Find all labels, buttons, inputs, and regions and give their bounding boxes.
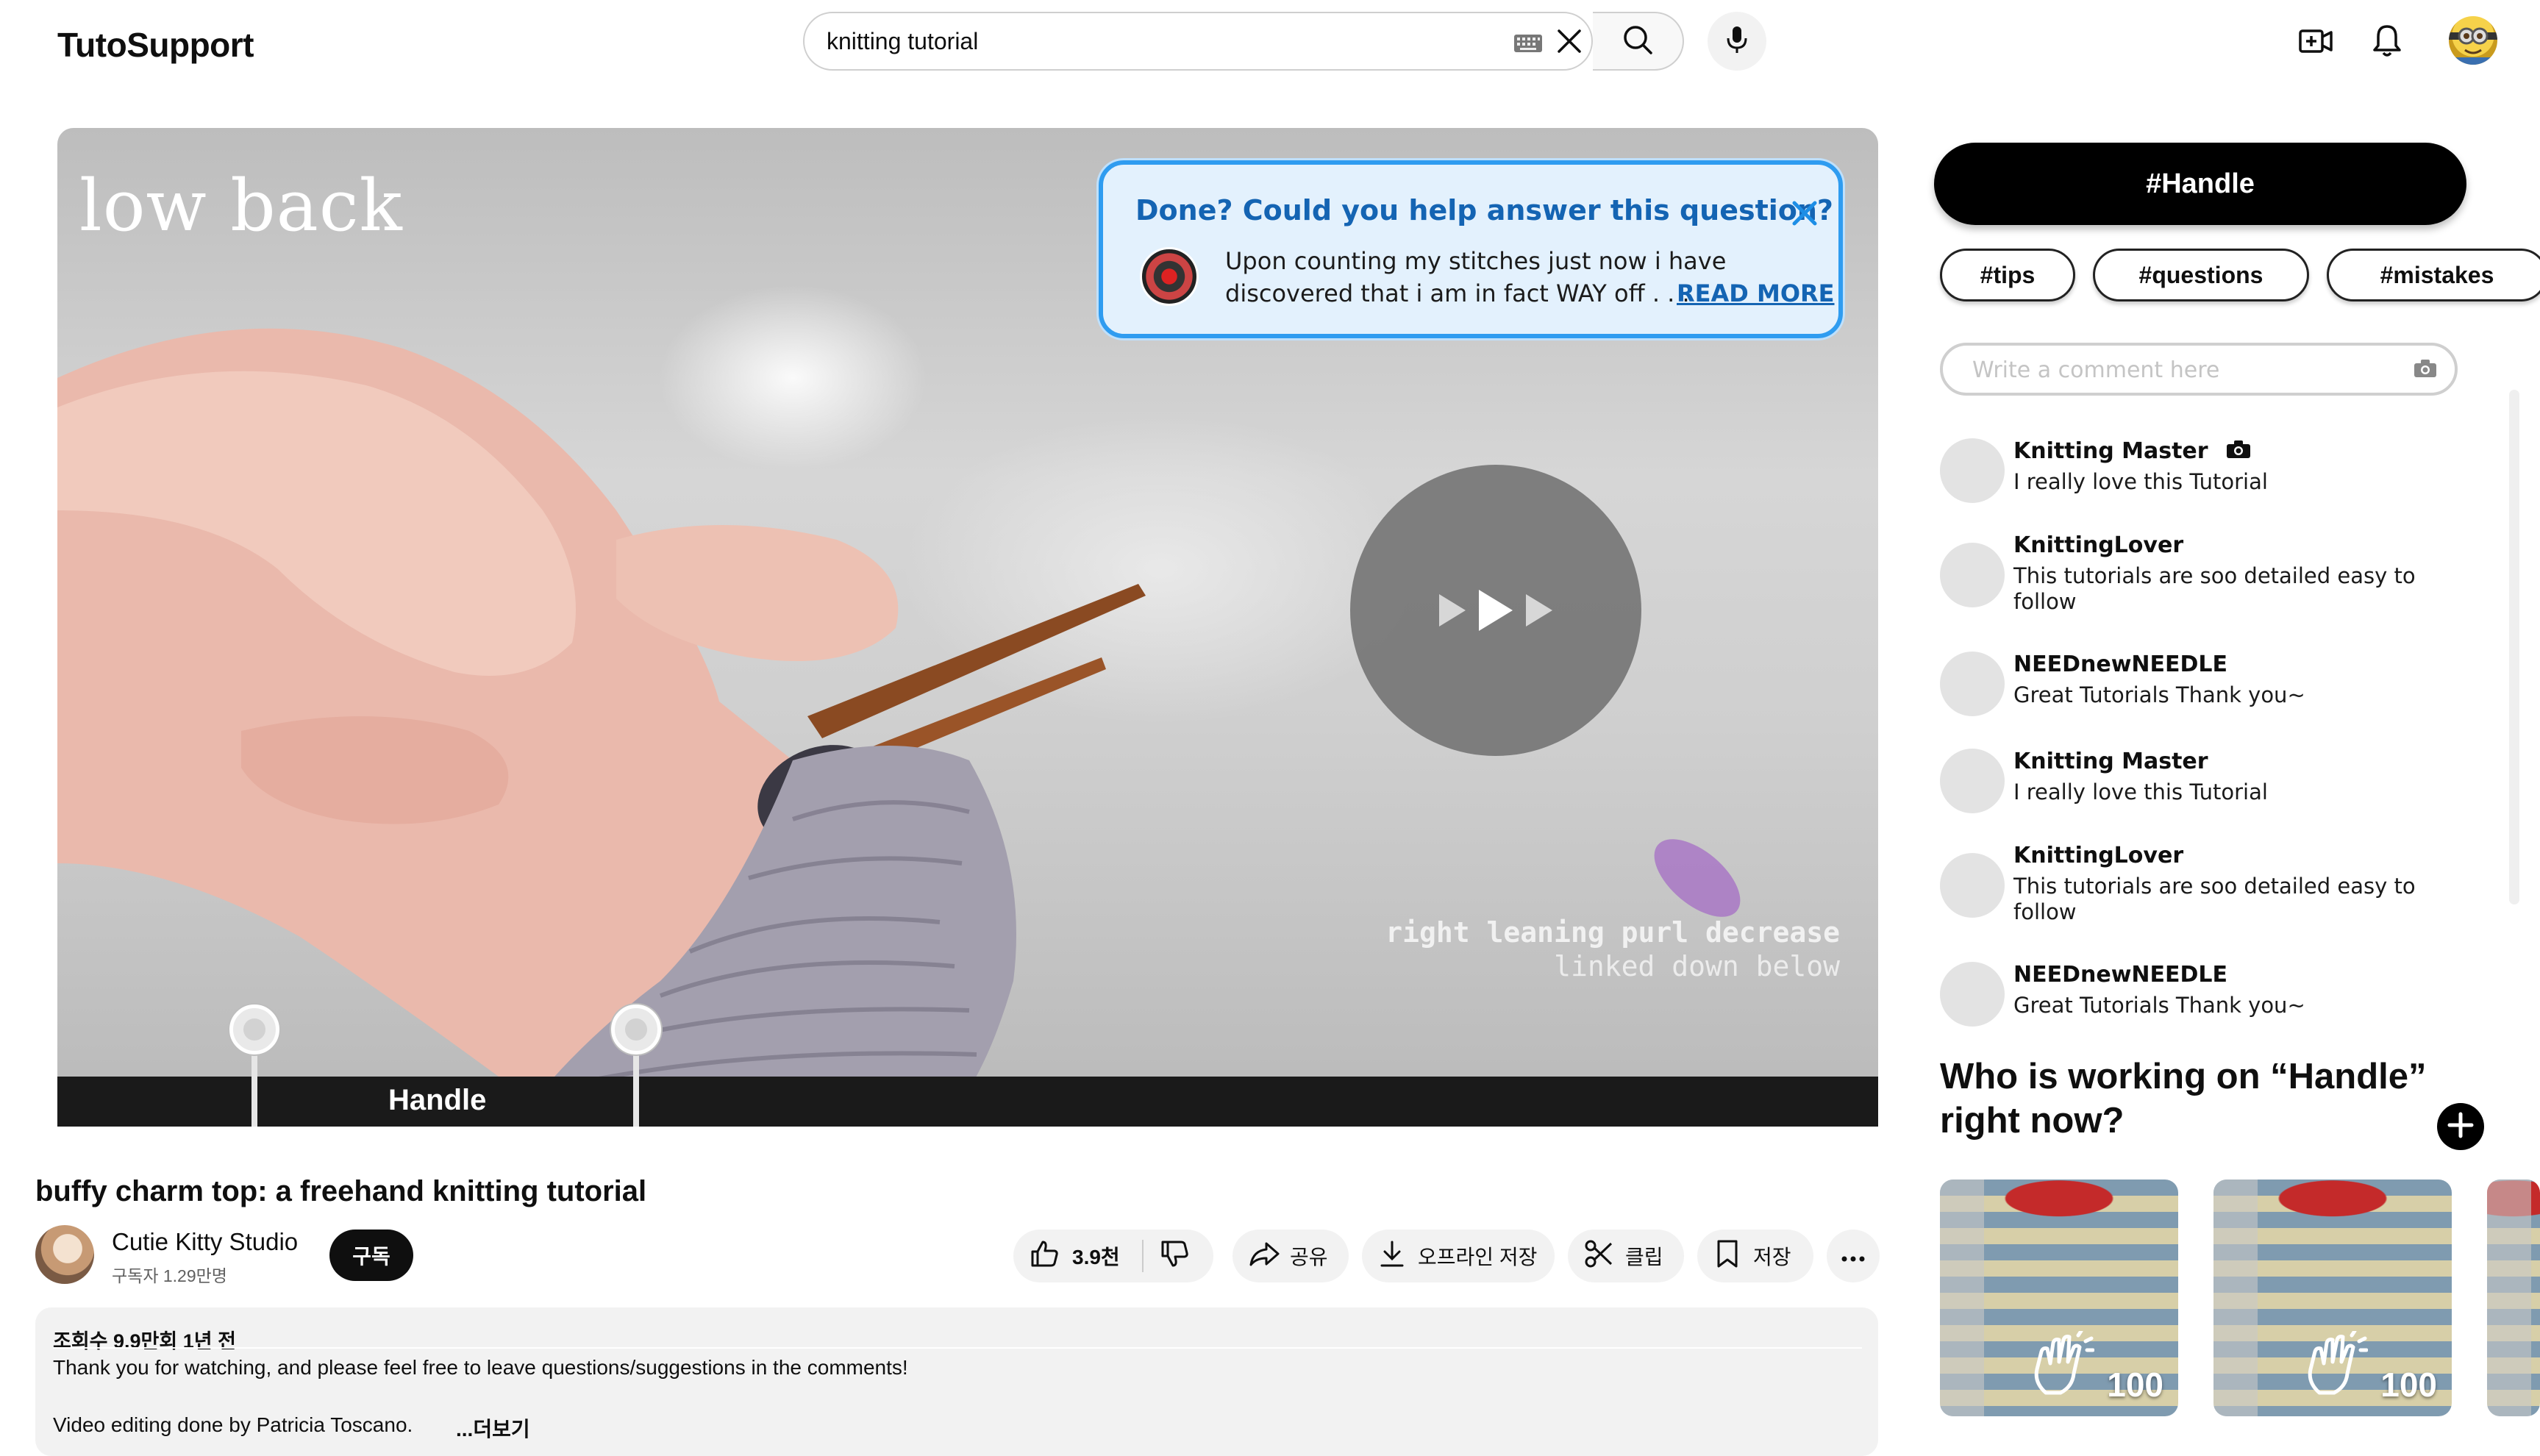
play-icon: [1479, 590, 1513, 631]
commenter-avatar[interactable]: [1940, 853, 2005, 918]
timeline-end-handle[interactable]: [611, 1004, 661, 1054]
working-now-heading: Who is working on “Handle” right now?: [1940, 1057, 2427, 1141]
clap-count: 100: [2380, 1366, 2437, 1404]
subscriber-count: 구독자 1.29만명: [112, 1266, 227, 1285]
show-more-link[interactable]: ...더보기: [456, 1413, 530, 1443]
share-icon: [1249, 1241, 1280, 1272]
commenter-avatar[interactable]: [1940, 438, 2005, 503]
more-horizontal-icon: [1841, 1244, 1866, 1268]
comment-box: [1940, 343, 2458, 396]
dislike-button[interactable]: [1160, 1239, 1189, 1274]
divider: [53, 1347, 1862, 1349]
previous-icon: [1439, 594, 1466, 627]
plus-icon: [2447, 1111, 2475, 1143]
camera-icon: [2226, 439, 2251, 465]
description-text: Video editing done by Patricia Toscano.: [53, 1413, 413, 1436]
commenter-name: Knitting Master: [2013, 438, 2251, 465]
video-overlay-title: low back: [79, 165, 403, 247]
commenter-avatar[interactable]: [1940, 652, 2005, 716]
close-icon[interactable]: [1791, 200, 1818, 230]
channel-name[interactable]: Cutie Kitty Studio: [112, 1228, 298, 1256]
save-label: 저장: [1753, 1246, 1791, 1268]
clap-count: 100: [2107, 1366, 2163, 1404]
comment-text: I really love this Tutorial: [2013, 469, 2268, 494]
app-logo[interactable]: TutoSupport: [57, 25, 254, 65]
tag-tips[interactable]: #tips: [1940, 249, 2075, 301]
search-input[interactable]: [827, 22, 1481, 60]
bookmark-icon: [1716, 1239, 1738, 1274]
thumbs-up-icon: [1030, 1239, 1059, 1274]
video-timeline[interactable]: [57, 1077, 1878, 1127]
camera-icon[interactable]: [2414, 359, 2437, 382]
more-actions-button[interactable]: [1827, 1230, 1880, 1282]
comment-text: Great Tutorials Thank you~: [2013, 993, 2305, 1018]
question-popup-title: Done? Could you help answer this questio…: [1135, 194, 1833, 226]
commenter-avatar[interactable]: [1940, 749, 2005, 813]
user-avatar[interactable]: [2449, 16, 2497, 65]
comments-scrollbar[interactable]: [2509, 390, 2519, 904]
tag-questions[interactable]: #questions: [2093, 249, 2309, 301]
scissors-icon: [1584, 1239, 1613, 1274]
comment-text: Great Tutorials Thank you~: [2013, 682, 2305, 707]
save-button[interactable]: 저장: [1697, 1230, 1813, 1282]
create-video-icon[interactable]: [2299, 26, 2333, 60]
description-text: Thank you for watching, and please feel …: [53, 1356, 908, 1379]
add-button[interactable]: [2437, 1103, 2484, 1150]
commenter-avatar[interactable]: [1940, 962, 2005, 1027]
divider: [1141, 1240, 1144, 1272]
working-user-card[interactable]: 100: [1940, 1180, 2178, 1416]
question-text: Upon counting my stitches just now i hav…: [1225, 247, 1727, 275]
commenter-name: KnittingLover: [2013, 843, 2184, 868]
channel-avatar[interactable]: [35, 1225, 94, 1284]
share-button[interactable]: 공유: [1232, 1230, 1349, 1282]
search-button[interactable]: [1593, 12, 1684, 71]
keyboard-icon[interactable]: [1513, 34, 1543, 57]
question-popup: Done? Could you help answer this questio…: [1099, 160, 1843, 338]
search-bar: [803, 12, 1593, 71]
download-icon: [1380, 1240, 1405, 1273]
timeline-segment-label: Handle: [388, 1084, 487, 1116]
clap-icon[interactable]: [2031, 1329, 2095, 1401]
working-user-card[interactable]: [2487, 1180, 2540, 1416]
share-label: 공유: [1290, 1246, 1328, 1268]
video-caption-line: linked down below: [1554, 950, 1840, 982]
question-text: discovered that i am in fact WAY off . .…: [1225, 279, 1690, 307]
comment-input[interactable]: [1972, 354, 2384, 385]
timeline-start-handle[interactable]: [229, 1004, 279, 1054]
comment-text: I really love this Tutorial: [2013, 779, 2268, 804]
description-box[interactable]: 조회수 9.9만회 1년 전 Thank you for watching, a…: [35, 1307, 1878, 1456]
commenter-name: Knitting Master: [2013, 749, 2208, 774]
commenter-name: KnittingLover: [2013, 532, 2184, 558]
close-icon[interactable]: [1555, 26, 1584, 60]
microphone-icon: [1726, 25, 1748, 58]
commenter-name: NEEDnewNEEDLE: [2013, 962, 2228, 988]
bell-icon[interactable]: [2372, 24, 2402, 61]
handle-tag-button[interactable]: #Handle: [1934, 143, 2466, 225]
next-icon: [1526, 594, 1552, 627]
play-button[interactable]: [1350, 465, 1641, 756]
tag-mistakes[interactable]: #mistakes: [2327, 249, 2540, 301]
view-count-and-date: 조회수 9.9만회 1년 전: [53, 1330, 236, 1352]
read-more-link[interactable]: READ MORE: [1677, 279, 1835, 307]
video-caption-line: right leaning purl decrease: [1385, 916, 1840, 949]
voice-search-button[interactable]: [1708, 12, 1766, 71]
question-author-avatar: [1140, 247, 1199, 306]
working-user-card[interactable]: 100: [2213, 1180, 2452, 1416]
clip-button[interactable]: 클립: [1568, 1230, 1684, 1282]
thumbs-down-icon: [1160, 1239, 1189, 1274]
comment-text: This tutorials are soo detailed easy to …: [2013, 874, 2416, 924]
video-title: buffy charm top: a freehand knitting tut…: [35, 1175, 647, 1207]
commenter-name: NEEDnewNEEDLE: [2013, 652, 2228, 677]
subscribe-button[interactable]: 구독: [329, 1230, 413, 1281]
clip-label: 클립: [1625, 1246, 1663, 1268]
download-button[interactable]: 오프라인 저장: [1362, 1230, 1555, 1282]
like-dislike-group: 3.9천: [1013, 1230, 1213, 1282]
commenter-avatar[interactable]: [1940, 543, 2005, 607]
clap-icon[interactable]: [2305, 1329, 2369, 1401]
like-count: 3.9천: [1072, 1246, 1120, 1268]
like-button[interactable]: 3.9천: [1013, 1239, 1120, 1274]
download-label: 오프라인 저장: [1418, 1246, 1538, 1268]
search-icon: [1622, 24, 1654, 60]
comment-text: This tutorials are soo detailed easy to …: [2013, 563, 2416, 614]
